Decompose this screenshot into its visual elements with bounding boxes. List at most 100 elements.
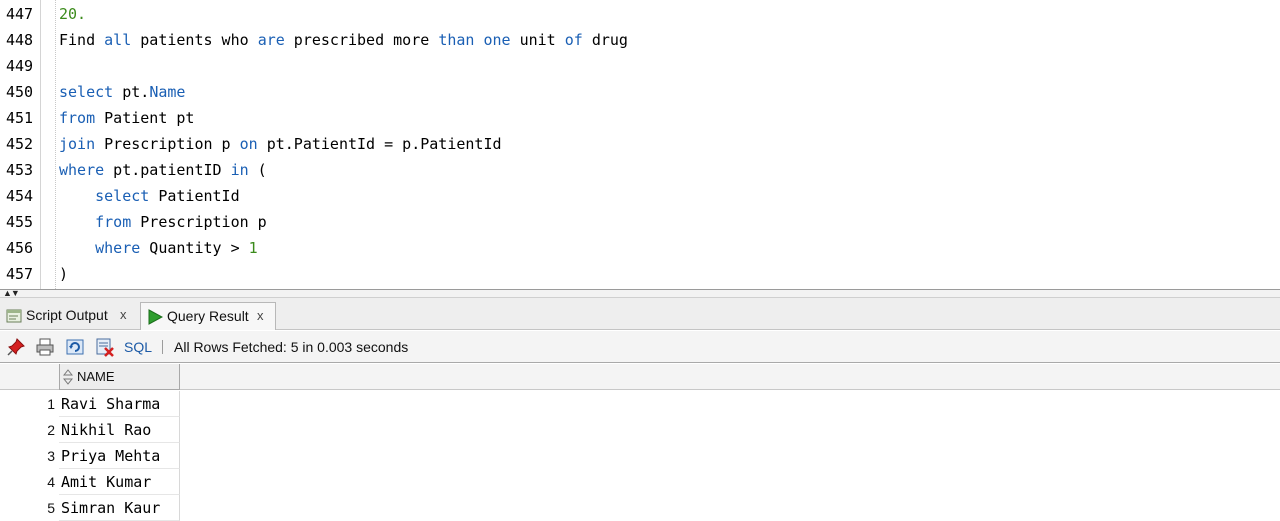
code-line[interactable]: 451 from Patient pt — [0, 105, 1280, 131]
sql-keyword: Name — [149, 83, 186, 101]
code-line[interactable]: 456 where Quantity > 1 — [0, 235, 1280, 261]
code-token: PatientId — [149, 187, 240, 205]
sql-keyword: all — [104, 31, 132, 49]
close-icon[interactable]: x — [120, 302, 127, 328]
column-header-label: NAME — [77, 369, 115, 384]
cell-name[interactable]: Priya Mehta — [59, 443, 180, 469]
code-line[interactable]: 450 select pt.Name — [0, 79, 1280, 105]
close-icon[interactable]: x — [257, 303, 264, 329]
sql-keyword: are — [257, 31, 285, 49]
code-token: Prescription p — [131, 213, 267, 231]
line-number: 447 — [6, 5, 34, 23]
sql-keyword: from — [59, 109, 96, 127]
sql-keyword: in — [230, 161, 249, 179]
code-line[interactable]: 449 — [0, 53, 1280, 79]
code-token: patients who — [131, 31, 258, 49]
delete-icon[interactable] — [95, 337, 115, 357]
row-number: 3 — [47, 448, 55, 464]
refresh-icon[interactable] — [65, 337, 85, 357]
code-token: pt.PatientId = p.PatientId — [257, 135, 502, 153]
tab-query-result-label: Query Result — [167, 308, 249, 324]
code-text: Find all patients who are prescribed mor… — [59, 27, 628, 53]
code-text: join Prescription p on pt.PatientId = p.… — [59, 131, 502, 157]
cell-name[interactable]: Simran Kaur — [59, 495, 180, 521]
line-number: 448 — [6, 31, 34, 49]
code-text: where Quantity > 1 — [59, 235, 258, 261]
tab-script-output[interactable]: Script Output x — [0, 302, 138, 330]
line-number: 450 — [6, 83, 34, 101]
line-number: 451 — [6, 109, 34, 127]
code-line[interactable]: 447 20. — [0, 1, 1280, 27]
grid-header: NAME — [0, 364, 1280, 390]
code-line[interactable]: 453 where pt.patientID in ( — [0, 157, 1280, 183]
sql-keyword: one — [483, 31, 511, 49]
line-number: 453 — [6, 161, 34, 179]
pin-icon[interactable] — [6, 337, 26, 357]
code-token: prescribed more — [284, 31, 439, 49]
line-number: 452 — [6, 135, 34, 153]
toolbar-separator — [162, 340, 163, 354]
run-triangle-icon — [148, 309, 163, 325]
code-line[interactable]: 452 join Prescription p on pt.PatientId =… — [0, 131, 1280, 157]
code-text: where pt.patientID in ( — [59, 157, 267, 183]
code-text: from Prescription p — [59, 209, 267, 235]
code-line[interactable]: 454 select PatientId — [0, 183, 1280, 209]
code-token: Quantity > — [140, 239, 249, 257]
sql-keyword: select — [59, 83, 114, 101]
sql-keyword: on — [239, 135, 258, 153]
code-text: select pt.Name — [59, 79, 185, 105]
table-row[interactable]: 3 Priya Mehta — [0, 443, 1280, 469]
code-text: from Patient pt — [59, 105, 194, 131]
code-token: Patient pt — [95, 109, 195, 127]
code-token: pt.patientID — [104, 161, 231, 179]
sql-keyword: join — [59, 135, 96, 153]
table-row[interactable]: 4 Amit Kumar — [0, 469, 1280, 495]
table-row[interactable]: 2 Nikhil Rao — [0, 417, 1280, 443]
number-literal: 1 — [248, 239, 258, 257]
line-number: 456 — [6, 239, 34, 257]
sql-link[interactable]: SQL — [124, 339, 152, 355]
row-number: 1 — [47, 396, 55, 412]
row-number: 4 — [47, 474, 55, 490]
code-token: unit — [510, 31, 565, 49]
fetch-status: All Rows Fetched: 5 in 0.003 seconds — [174, 339, 409, 355]
result-grid[interactable]: NAME 1 Ravi Sharma 2 Nikhil Rao 3 Priya Mehta… — [0, 364, 1280, 521]
code-token: Find — [59, 31, 105, 49]
code-text: ) — [59, 261, 68, 287]
code-line[interactable]: 457) — [0, 261, 1280, 287]
table-row[interactable]: 1 Ravi Sharma — [0, 391, 1280, 417]
code-token: pt. — [113, 83, 150, 101]
sql-editor[interactable]: 447 20. 448 Find all patients who are presc… — [0, 0, 1280, 289]
line-number: 449 — [6, 57, 34, 75]
sql-keyword: of — [564, 31, 583, 49]
tab-script-output-label: Script Output — [26, 307, 108, 323]
row-number: 5 — [47, 500, 55, 516]
table-row[interactable]: 5 Simran Kaur — [0, 495, 1280, 521]
code-line[interactable]: 448 Find all patients who are prescribed … — [0, 27, 1280, 53]
cell-name[interactable]: Ravi Sharma — [59, 391, 180, 417]
pane-splitter[interactable]: ▲▼ — [0, 289, 1280, 298]
code-token: ) — [59, 265, 69, 283]
sql-keyword: than — [438, 31, 475, 49]
number-literal: 20. — [59, 5, 87, 23]
sql-keyword: where — [59, 161, 105, 179]
line-number: 455 — [6, 213, 34, 231]
print-icon[interactable] — [35, 337, 55, 357]
result-toolbar: SQL All Rows Fetched: 5 in 0.003 seconds — [0, 331, 1280, 363]
code-text: 20. — [59, 1, 86, 27]
cell-name[interactable]: Amit Kumar — [59, 469, 180, 495]
cell-name[interactable]: Nikhil Rao — [59, 417, 180, 443]
code-text: select PatientId — [59, 183, 240, 209]
sql-keyword: where — [95, 239, 141, 257]
collapse-arrows-icon[interactable]: ▲▼ — [3, 289, 20, 298]
code-token: Prescription p — [95, 135, 240, 153]
sort-icon[interactable] — [63, 369, 73, 385]
column-header-name[interactable]: NAME — [59, 364, 180, 390]
tab-query-result[interactable]: Query Result x — [140, 302, 276, 330]
code-line[interactable]: 455 from Prescription p — [0, 209, 1280, 235]
sql-keyword: from — [95, 213, 132, 231]
output-tab-bar: Script Output x Query Result x — [0, 298, 1280, 330]
